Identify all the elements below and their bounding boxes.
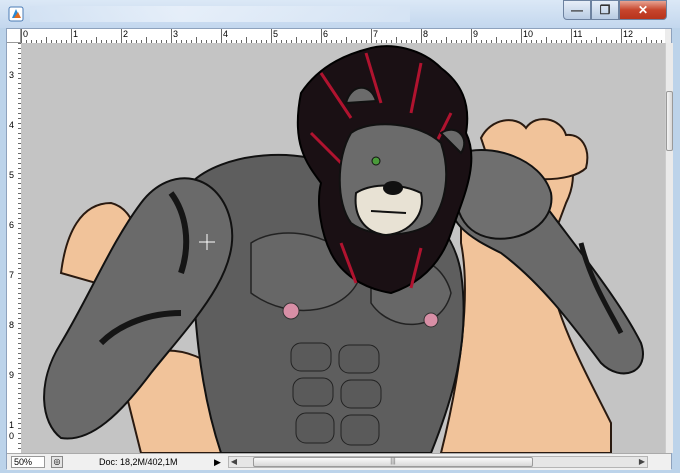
document-window: 0 1 2 3 4 5 6 7 8 9 10 11 12 3 4 5 6 7 8… — [6, 28, 673, 470]
image-canvas[interactable] — [21, 43, 665, 453]
ruler-label: 7 — [373, 29, 379, 39]
scroll-left-icon[interactable]: ◀ — [229, 457, 239, 467]
horizontal-scroll-thumb[interactable]: ||| — [253, 457, 533, 467]
zoom-options-icon[interactable]: ◎ — [51, 456, 63, 468]
ruler-label: 4 — [9, 120, 15, 130]
status-bar: 50% ◎ Doc: 18,2M/402,1M ▶ ◀ ||| ▶ — [7, 453, 671, 470]
ruler-label: 12 — [623, 29, 634, 39]
ruler-label: 3 — [173, 29, 179, 39]
vertical-scrollbar[interactable] — [665, 43, 673, 453]
horizontal-ruler[interactable]: 0 1 2 3 4 5 6 7 8 9 10 11 12 — [21, 29, 665, 44]
scroll-right-icon[interactable]: ▶ — [637, 457, 647, 467]
close-button[interactable]: ✕ — [619, 0, 667, 20]
ruler-label: 5 — [273, 29, 279, 39]
ruler-label: 11 — [573, 29, 583, 39]
ruler-origin[interactable] — [7, 29, 21, 43]
ruler-label: 4 — [223, 29, 229, 39]
ruler-label: 10 — [523, 29, 534, 39]
ruler-label: 0 — [23, 29, 29, 39]
ruler-label: 3 — [9, 70, 15, 80]
ruler-label: 8 — [9, 320, 15, 330]
ruler-label: 6 — [9, 220, 15, 230]
ruler-label: 9 — [9, 370, 15, 380]
ruler-label: 2 — [123, 29, 129, 39]
title-bar: — ❐ ✕ — [0, 0, 680, 28]
window-title — [30, 6, 410, 22]
ruler-label: 5 — [9, 170, 15, 180]
zoom-field[interactable]: 50% — [11, 456, 45, 468]
artwork — [43, 45, 644, 453]
ruler-label: 1 — [9, 420, 15, 430]
minimize-button[interactable]: — — [563, 0, 591, 20]
maximize-button[interactable]: ❐ — [591, 0, 619, 20]
play-arrow-icon[interactable]: ▶ — [214, 456, 224, 468]
ruler-label: 1 — [73, 29, 79, 39]
ruler-label: 9 — [473, 29, 479, 39]
horizontal-scrollbar[interactable]: ◀ ||| ▶ — [228, 456, 648, 468]
ruler-ticks — [18, 43, 21, 449]
vertical-ruler[interactable]: 3 4 5 6 7 8 9 1 0 — [7, 43, 22, 453]
vertical-scroll-thumb[interactable] — [666, 91, 673, 151]
photoshop-app-icon[interactable] — [8, 6, 24, 22]
document-size-info: Doc: 18,2M/402,1M — [99, 457, 178, 467]
ruler-label: 8 — [423, 29, 429, 39]
ruler-label: 7 — [9, 270, 15, 280]
ruler-label: 6 — [323, 29, 329, 39]
ruler-ticks — [21, 29, 662, 43]
ruler-label: 0 — [9, 431, 15, 441]
